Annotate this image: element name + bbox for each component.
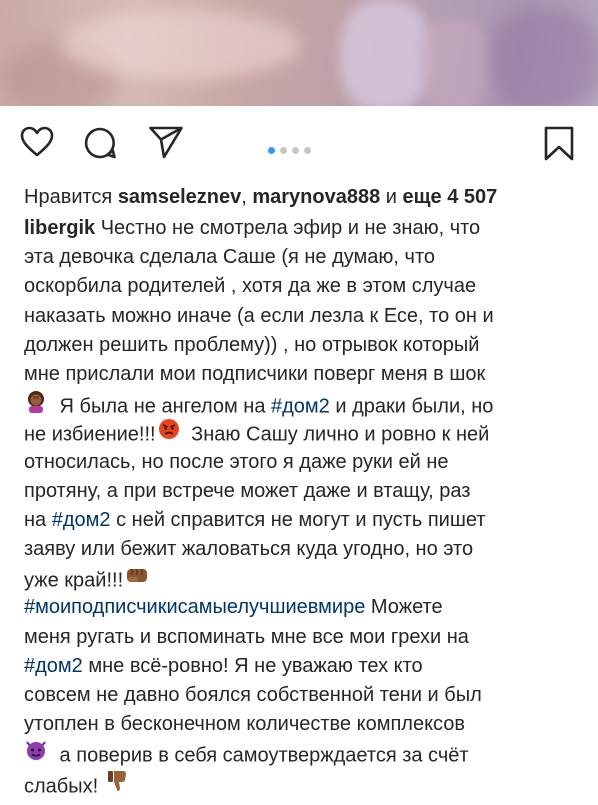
caption-line: уже край!!! xyxy=(24,564,580,593)
caption-text: оскорбила родителей , хотя да же в этом … xyxy=(24,275,477,298)
caption-line: #моиподписчикисамыелучшиевмире Можете xyxy=(24,593,580,622)
caption-line: Я была не ангелом на #дом2 и драки были,… xyxy=(24,389,580,418)
caption-line: протяну, а при встрече может даже и втащ… xyxy=(24,477,580,506)
caption-text: заяву или бежит жаловаться куда угодно, … xyxy=(24,538,474,561)
likes-count[interactable]: еще 4 507 xyxy=(403,186,498,208)
image-region xyxy=(340,0,430,106)
caption-line: меня ругать и вспоминать мне все мои гре… xyxy=(24,623,580,652)
caption-line: на #дом2 с ней справится не могут и пуст… xyxy=(24,506,580,535)
caption-line: заяву или бежит жаловаться куда угодно, … xyxy=(24,535,580,564)
caption-text: с ней справится не могут и пусть пишет xyxy=(110,508,486,531)
caption-line: совсем не давно боялся собственной тени … xyxy=(24,681,580,710)
caption-text: утоплен в бесконечном количестве комплек… xyxy=(24,713,466,736)
bookmark-icon[interactable] xyxy=(543,126,575,162)
caption-text: уже край!!! xyxy=(24,569,124,592)
image-region xyxy=(490,10,598,106)
heart-icon[interactable] xyxy=(20,126,54,158)
image-region xyxy=(420,20,490,106)
comment-icon[interactable] xyxy=(83,126,117,160)
caption-text: наказать можно иначе (а если лезла к Есе… xyxy=(24,304,494,327)
caption-line: не избиение!!! Знаю Сашу лично и ровно к… xyxy=(24,418,580,447)
caption-text: на xyxy=(24,508,52,531)
caption-text: слабых! xyxy=(24,774,99,797)
caption-text: Честно не смотрела эфир и не знаю, что xyxy=(95,217,481,239)
caption-line: libergik Честно не смотрела эфир и не зн… xyxy=(24,214,580,243)
likes-summary[interactable]: Нравится samseleznev, marynova888 и еще … xyxy=(24,184,584,210)
caption-text: Я была не ангелом на xyxy=(54,395,271,418)
thumbs-down-emoji-icon xyxy=(106,769,128,802)
caption-line: а поверив в себя самоутверждается за счё… xyxy=(24,739,580,768)
carousel-dot xyxy=(304,147,311,155)
caption-text: мне прислали мои подписчики поверг меня … xyxy=(24,362,486,385)
caption-text: относилась, но после этого я даже руки е… xyxy=(24,450,449,473)
caption-text: Знаю Сашу лично и ровно к ней xyxy=(185,423,490,446)
likes-separator: , xyxy=(241,186,253,208)
caption-text: и драки были, но xyxy=(329,395,494,418)
caption-line: оскорбила родителей , хотя да же в этом … xyxy=(24,272,580,301)
caption-line: относилась, но после этого я даже руки е… xyxy=(24,448,580,477)
fist-emoji-icon xyxy=(125,564,149,595)
caption-line: утоплен в бесконечном количестве комплек… xyxy=(24,710,580,739)
caption-line: #дом2 мне всё-ровно! Я не уважаю тех кто xyxy=(24,652,580,681)
post-actions-bar xyxy=(0,116,598,176)
hashtag-link[interactable]: #дом2 xyxy=(24,655,83,677)
caption-text: мне всё-ровно! Я не уважаю тех кто xyxy=(82,654,423,677)
caption-text: не избиение!!! xyxy=(24,423,156,446)
post-caption: libergik Честно не смотрела эфир и не зн… xyxy=(24,214,580,798)
liker-username[interactable]: samseleznev xyxy=(118,186,241,208)
carousel-dot xyxy=(292,147,299,155)
caption-line: должен решить проблему)) , но отрывок ко… xyxy=(24,331,580,360)
angry-face-emoji-icon xyxy=(158,418,180,449)
caption-text: эта девочка сделала Саше (я не думаю, чт… xyxy=(24,246,436,269)
image-region xyxy=(60,10,300,80)
devil-emoji-icon xyxy=(24,739,48,770)
caption-text: протяну, а при встрече может даже и втащ… xyxy=(24,479,471,502)
paper-plane-icon[interactable] xyxy=(148,124,184,160)
caption-text: Можете xyxy=(365,596,443,619)
carousel-indicator xyxy=(268,142,316,155)
carousel-dot xyxy=(280,147,287,155)
caption-text: совсем не давно боялся собственной тени … xyxy=(24,684,482,706)
caption-text: должен решить проблему)) , но отрывок ко… xyxy=(24,333,480,356)
likes-conjunction: и xyxy=(380,186,403,208)
caption-text: а поверив в себя самоутверждается за счё… xyxy=(54,744,469,767)
caption-line: слабых! xyxy=(24,769,580,798)
carousel-dot-active xyxy=(268,147,275,155)
caption-text: меня ругать и вспоминать мне все мои гре… xyxy=(24,625,469,648)
caption-username[interactable]: libergik xyxy=(24,217,95,239)
caption-line: мне прислали мои подписчики поверг меня … xyxy=(24,360,580,389)
hashtag-link[interactable]: #моиподписчикисамыелучшиевмире xyxy=(24,596,365,618)
caption-line: наказать можно иначе (а если лезла к Есе… xyxy=(24,302,580,331)
caption-line: эта девочка сделала Саше (я не думаю, чт… xyxy=(24,243,580,272)
hashtag-link[interactable]: #дом2 xyxy=(271,396,330,418)
likes-prefix: Нравится xyxy=(24,186,118,208)
hashtag-link[interactable]: #дом2 xyxy=(52,509,111,531)
post-media-image[interactable] xyxy=(0,0,598,106)
liker-username[interactable]: marynova888 xyxy=(252,186,380,208)
